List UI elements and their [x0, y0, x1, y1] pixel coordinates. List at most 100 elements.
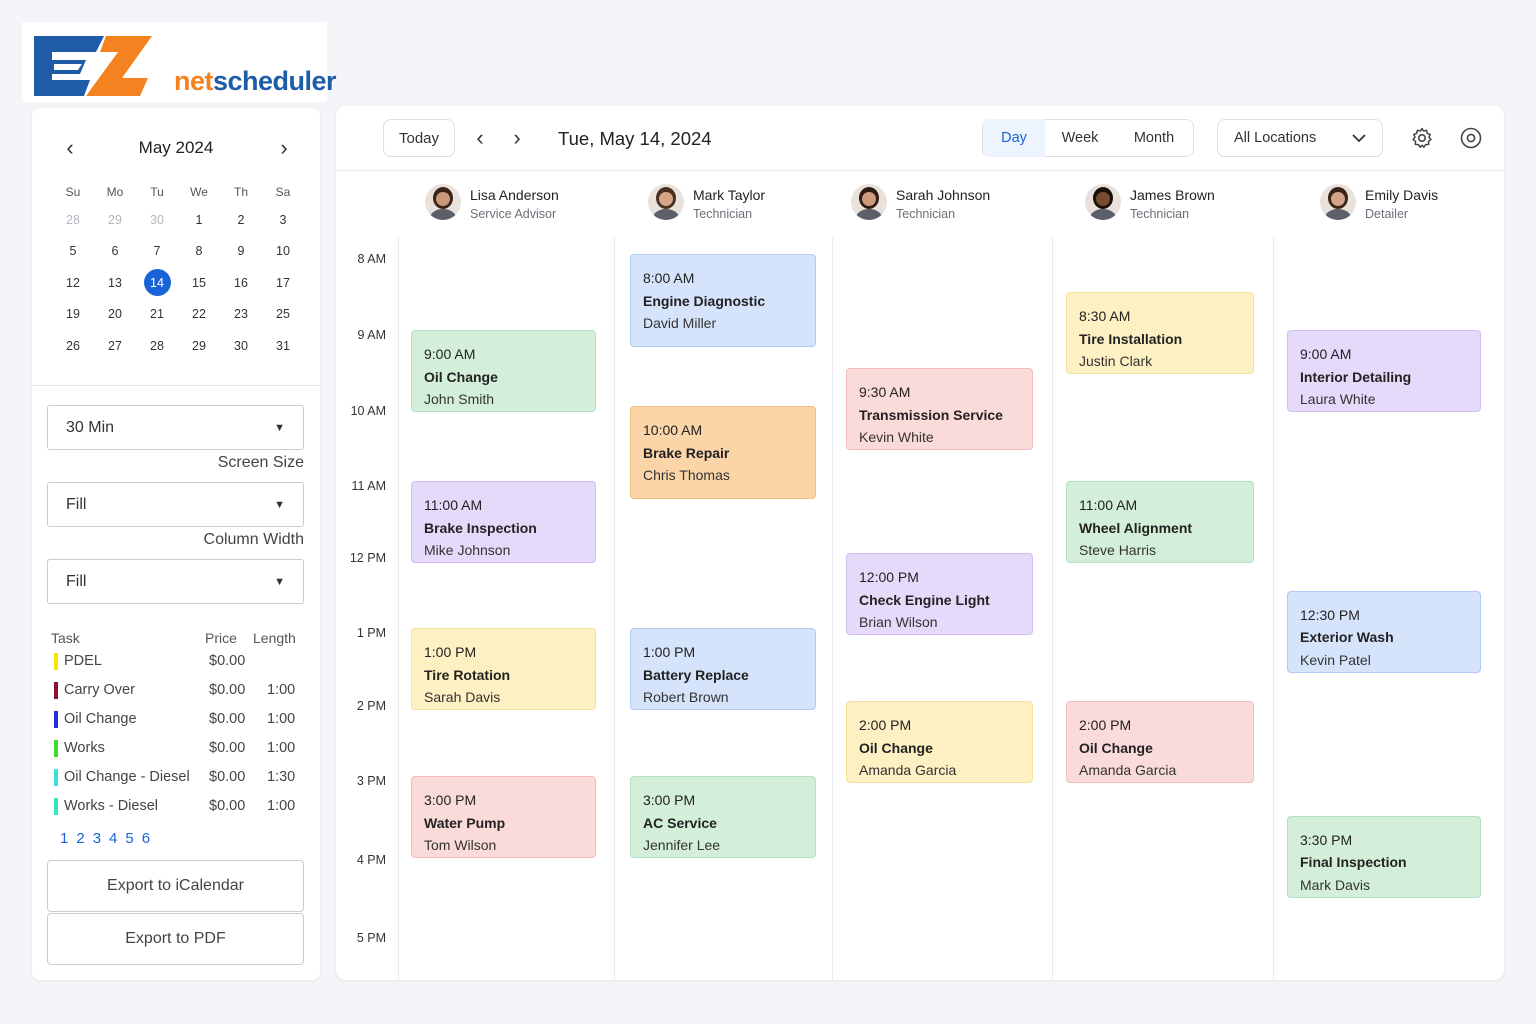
calendar-day[interactable]: 2	[220, 204, 262, 236]
dropdown-arrow-icon: ▼	[274, 575, 285, 588]
calendar-day[interactable]: 30	[136, 204, 178, 236]
appointment-card[interactable]: 8:00 AM Engine Diagnostic David Miller	[630, 254, 816, 347]
appointment-service: Oil Change	[859, 739, 933, 756]
task-name: Works - Diesel	[64, 798, 158, 814]
task-row[interactable]: PDEL $0.00	[52, 651, 302, 673]
calendar-day[interactable]: 19	[52, 299, 94, 331]
appointment-card[interactable]: 11:00 AM Brake Inspection Mike Johnson	[411, 481, 596, 563]
task-row[interactable]: Works $0.00 1:00	[52, 738, 302, 760]
calendar-day[interactable]: 17	[262, 267, 304, 299]
appointment-card[interactable]: 2:00 PM Oil Change Amanda Garcia	[1066, 701, 1254, 783]
appointment-time: 12:00 PM	[859, 569, 919, 585]
appointment-card[interactable]: 12:00 PM Check Engine Light Brian Wilson	[846, 553, 1033, 635]
appointment-service: AC Service	[643, 814, 717, 831]
appointment-card[interactable]: 8:30 AM Tire Installation Justin Clark	[1066, 292, 1254, 374]
appointment-card[interactable]: 12:30 PM Exterior Wash Kevin Patel	[1287, 590, 1481, 673]
next-day-icon[interactable]: ›	[504, 124, 530, 152]
calendar-day[interactable]: 15	[178, 267, 220, 299]
appointment-card[interactable]: 11:00 AM Wheel Alignment Steve Harris	[1066, 481, 1254, 563]
location-select[interactable]: All Locations	[1217, 119, 1383, 157]
appointment-card[interactable]: 2:00 PM Oil Change Amanda Garcia	[846, 701, 1033, 783]
page-link[interactable]: 3	[93, 830, 101, 847]
calendar-day-selected[interactable]: 14	[136, 267, 178, 299]
task-color-swatch	[54, 711, 58, 728]
appointment-customer: Laura White	[1300, 391, 1376, 407]
appointment-card[interactable]: 9:00 AM Interior Detailing Laura White	[1287, 330, 1481, 412]
calendar-day[interactable]: 25	[262, 299, 304, 331]
today-button[interactable]: Today	[383, 119, 455, 157]
mini-calendar: ‹ May 2024 › Su Mo Tu We Th Sa 28 29 30 1 2 3 5 6 7 8 9 1…	[32, 108, 320, 386]
appointment-service: Transmission Service	[859, 406, 1003, 423]
calendar-day[interactable]: 28	[136, 330, 178, 362]
appointment-card[interactable]: 9:00 AM Oil Change John Smith	[411, 330, 596, 412]
calendar-day[interactable]: 29	[178, 330, 220, 362]
calendar-day[interactable]: 7	[136, 236, 178, 268]
page-link[interactable]: 5	[125, 830, 133, 847]
appointment-card[interactable]: 3:00 PM AC Service Jennifer Lee	[630, 776, 816, 858]
time-label: 8 AM	[357, 252, 387, 266]
appointment-time: 3:00 PM	[643, 792, 696, 808]
appointment-service: Water Pump	[424, 814, 506, 831]
calendar-day-number: 28	[150, 338, 164, 353]
view-month-button[interactable]: Month	[1115, 119, 1193, 157]
calendar-day[interactable]: 23	[220, 299, 262, 331]
prev-day-icon[interactable]: ‹	[467, 124, 493, 152]
gear-icon[interactable]	[1410, 126, 1434, 150]
page-link[interactable]: 2	[76, 830, 84, 847]
calendar-day[interactable]: 31	[262, 330, 304, 362]
task-row[interactable]: Oil Change - Diesel $0.00 1:30	[52, 767, 302, 789]
calendar-day[interactable]: 30	[220, 330, 262, 362]
calendar-day[interactable]: 22	[178, 299, 220, 331]
appointment-card[interactable]: 1:00 PM Battery Replace Robert Brown	[630, 628, 816, 710]
calendar-day[interactable]: 3	[262, 204, 304, 236]
appointment-service: Final Inspection	[1300, 854, 1407, 870]
view-day-button[interactable]: Day	[983, 119, 1045, 157]
task-row[interactable]: Oil Change $0.00 1:00	[52, 709, 302, 731]
calendar-day[interactable]: 29	[94, 204, 136, 236]
column-width-label: Column Width	[203, 531, 304, 548]
appointment-card[interactable]: 3:00 PM Water Pump Tom Wilson	[411, 776, 596, 858]
calendar-day[interactable]: 8	[178, 236, 220, 268]
appointment-card[interactable]: 1:00 PM Tire Rotation Sarah Davis	[411, 628, 596, 710]
calendar-day[interactable]: 12	[52, 267, 94, 299]
current-date-title: Tue, May 14, 2024	[558, 128, 712, 149]
interval-select[interactable]: 30 Min ▼	[47, 405, 304, 450]
export-icalendar-button[interactable]: Export to iCalendar	[47, 860, 304, 912]
calendar-day[interactable]: 6	[94, 236, 136, 268]
page-link[interactable]: 1	[60, 830, 68, 847]
appointment-customer: Mark Davis	[1300, 876, 1371, 893]
calendar-day[interactable]: 9	[220, 236, 262, 268]
staff-role: Technician	[896, 207, 956, 221]
appointment-card[interactable]: 10:00 AM Brake Repair Chris Thomas	[630, 406, 816, 499]
appointment-card[interactable]: 3:30 PM Final Inspection Mark Davis	[1287, 815, 1481, 898]
export-pdf-button[interactable]: Export to PDF	[47, 913, 304, 965]
page-link[interactable]: 4	[109, 830, 117, 847]
calendar-day[interactable]: 1	[178, 204, 220, 236]
calendar-day[interactable]: 16	[220, 267, 262, 299]
column-width-select[interactable]: Fill ▼	[47, 559, 304, 604]
calendar-day-number: 3	[279, 212, 287, 227]
brand-scheduler: scheduler	[213, 66, 337, 96]
task-row[interactable]: Works - Diesel $0.00 1:00	[52, 796, 302, 818]
calendar-day[interactable]: 5	[52, 236, 94, 268]
appointment-card[interactable]: 9:30 AM Transmission Service Kevin White	[846, 368, 1033, 450]
calendar-day[interactable]: 13	[94, 267, 136, 299]
brand-logo[interactable]: netscheduler	[22, 22, 337, 102]
task-name: PDEL	[64, 653, 102, 669]
next-month-icon[interactable]: ›	[272, 135, 296, 160]
settings-icon[interactable]	[1459, 126, 1483, 150]
calendar-day[interactable]: 10	[262, 236, 304, 268]
calendar-day[interactable]: 27	[94, 330, 136, 362]
calendar-day[interactable]: 20	[94, 299, 136, 331]
screen-size-select[interactable]: Fill ▼	[47, 482, 304, 527]
screen-size-value: Fill	[66, 495, 87, 513]
calendar-day[interactable]: 21	[136, 299, 178, 331]
view-week-button[interactable]: Week	[1045, 119, 1115, 157]
task-length: 1:00	[267, 740, 296, 756]
staff-name: Sarah Johnson	[896, 187, 991, 203]
page-link[interactable]: 6	[142, 830, 150, 847]
task-row[interactable]: Carry Over $0.00 1:00	[52, 680, 302, 702]
appointment-customer: Kevin Patel	[1300, 651, 1371, 668]
calendar-day[interactable]: 26	[52, 330, 94, 362]
calendar-day[interactable]: 28	[52, 204, 94, 236]
